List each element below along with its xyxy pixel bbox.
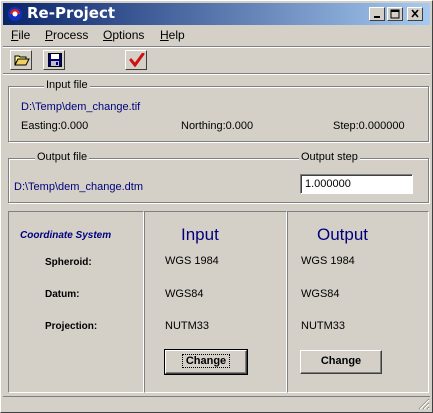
output-datum-value: WGS84 xyxy=(301,288,340,300)
checkmark-icon xyxy=(129,53,145,67)
close-button[interactable] xyxy=(407,7,423,21)
status-separator xyxy=(3,396,430,397)
menu-process[interactable]: Process xyxy=(45,28,88,42)
window-title: Re-Project xyxy=(27,4,116,22)
menu-bar: File Process Options Help xyxy=(3,25,430,45)
input-projection-value: NUTM33 xyxy=(165,320,210,332)
menu-options[interactable]: Options xyxy=(103,28,144,42)
menu-help[interactable]: Help xyxy=(160,28,185,42)
coordinate-system-title: Coordinate System xyxy=(20,230,112,241)
save-icon xyxy=(48,53,62,67)
input-file-path[interactable]: D:\Temp\dem_change.tif xyxy=(21,101,140,113)
run-button[interactable] xyxy=(125,50,147,70)
output-step-label: Output step xyxy=(299,151,360,163)
output-spheroid-value: WGS 1984 xyxy=(301,255,355,267)
output-heading: Output xyxy=(317,225,369,244)
resize-grip-icon[interactable] xyxy=(418,398,430,410)
maximize-button[interactable] xyxy=(387,7,403,21)
title-bar[interactable]: Re-Project xyxy=(3,3,430,25)
datum-label: Datum: xyxy=(45,289,80,300)
folder-open-icon xyxy=(14,55,30,66)
save-button[interactable] xyxy=(43,50,65,70)
re-project-window: Re-Project File Process Options Help Inp… xyxy=(0,0,433,413)
output-projection-value: NUTM33 xyxy=(301,320,346,332)
maximize-icon xyxy=(390,9,400,19)
input-file-label: Input file xyxy=(44,79,90,91)
minimize-icon xyxy=(374,16,380,18)
input-change-button[interactable]: Change xyxy=(164,349,248,375)
input-spheroid-value: WGS 1984 xyxy=(165,255,219,267)
output-file-path[interactable]: D:\Temp\dem_change.dtm xyxy=(14,181,143,193)
input-heading: Input xyxy=(181,225,219,244)
toolbar-separator-bottom xyxy=(3,73,430,75)
output-step-input[interactable]: 1.000000 xyxy=(300,174,413,194)
toolbar-separator-top xyxy=(3,46,430,48)
minimize-button[interactable] xyxy=(369,7,385,21)
easting-value: Easting:0.000 xyxy=(21,120,89,132)
open-button[interactable] xyxy=(10,50,32,70)
output-file-label: Output file xyxy=(35,151,90,163)
northing-value: Northing:0.000 xyxy=(181,120,254,132)
app-icon xyxy=(8,7,22,21)
output-change-button[interactable]: Change xyxy=(300,350,382,374)
step-value: Step:0.000000 xyxy=(333,120,405,132)
spheroid-label: Spheroid: xyxy=(45,257,92,268)
close-icon xyxy=(411,9,419,18)
menu-file[interactable]: File xyxy=(11,28,30,42)
input-file-group xyxy=(8,86,429,142)
projection-label: Projection: xyxy=(45,321,98,332)
input-datum-value: WGS84 xyxy=(165,288,204,300)
